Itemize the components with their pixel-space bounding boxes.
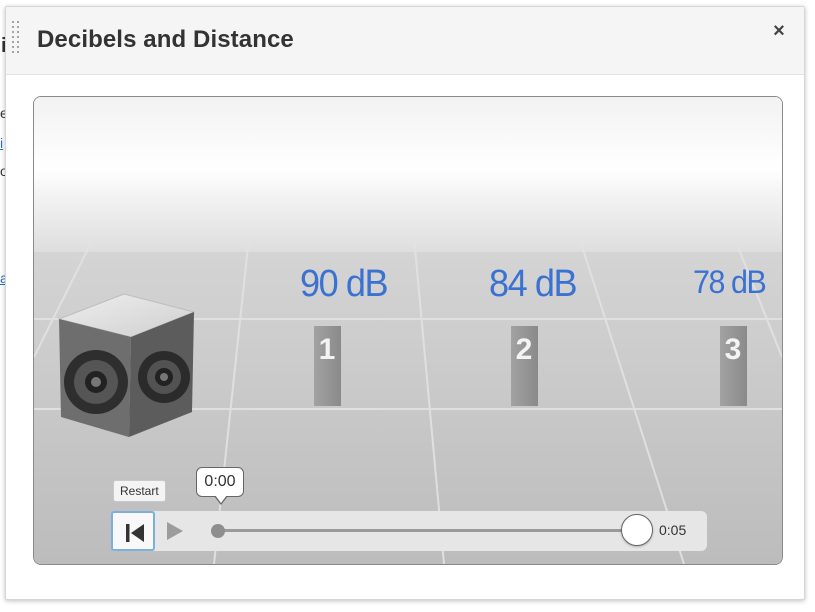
progress-thumb[interactable]: [621, 514, 653, 546]
progress-start-marker: [211, 524, 225, 538]
duration-label: 0:05: [659, 522, 687, 538]
progress-track[interactable]: [218, 529, 638, 532]
drag-handle-icon[interactable]: [12, 21, 22, 57]
close-button[interactable]: ×: [769, 21, 789, 41]
post-number-1: 1: [319, 333, 336, 366]
decibel-label-3: 78 dB: [693, 264, 767, 300]
skip-back-icon: [126, 524, 144, 542]
post-number-2: 2: [516, 333, 533, 366]
background-link-fragment[interactable]: i: [0, 135, 3, 151]
play-icon: [167, 522, 183, 540]
decibel-label-2: 84 dB: [489, 263, 578, 305]
dialog-header: Decibels and Distance ×: [6, 7, 804, 75]
media-dialog: Decibels and Distance × 1 2 3 90 dB 84 d…: [5, 6, 805, 600]
player-controls: 0:05: [111, 511, 707, 551]
dialog-title: Decibels and Distance: [37, 26, 294, 53]
post-number-3: 3: [725, 333, 742, 366]
current-time-tooltip: 0:00: [196, 467, 244, 497]
restart-tooltip: Restart: [113, 480, 166, 502]
restart-button[interactable]: [111, 511, 155, 551]
video-player[interactable]: 1 2 3 90 dB 84 dB 78 dB Restart 0:00 0:0…: [33, 96, 783, 565]
play-button[interactable]: [163, 519, 187, 543]
tooltip-pointer-inner: [215, 495, 227, 503]
decibel-label-1: 90 dB: [300, 263, 389, 305]
speaker-icon: [57, 293, 196, 437]
